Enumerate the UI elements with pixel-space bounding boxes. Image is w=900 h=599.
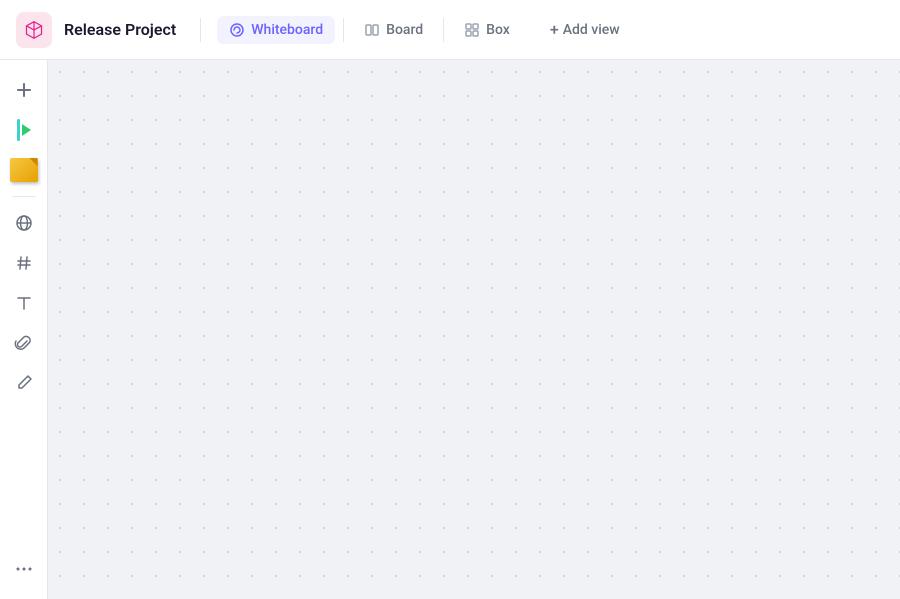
nav-divider-1	[200, 18, 201, 42]
tool-text[interactable]	[6, 285, 42, 321]
box-tab-label: Box	[486, 22, 510, 38]
tab-box[interactable]: Box	[452, 16, 522, 44]
tab-board[interactable]: Board	[352, 16, 435, 44]
canvas-area[interactable]	[48, 60, 900, 599]
box-icon	[464, 22, 480, 38]
tool-add[interactable]	[6, 72, 42, 108]
tool-globe[interactable]	[6, 205, 42, 241]
whiteboard-tab-label: Whiteboard	[251, 22, 323, 38]
nav-tabs: Whiteboard Board	[217, 16, 522, 44]
tool-more[interactable]	[6, 551, 42, 587]
tab-whiteboard[interactable]: Whiteboard	[217, 16, 335, 44]
sidebar-separator-1	[12, 196, 36, 197]
whiteboard-icon	[229, 22, 245, 38]
nav-divider-2	[343, 18, 344, 42]
add-view-button[interactable]: + Add view	[538, 14, 632, 45]
project-title: Release Project	[64, 20, 176, 39]
tool-draw[interactable]	[6, 365, 42, 401]
tool-terminal[interactable]	[6, 112, 42, 148]
header: Release Project Whiteboard Board	[0, 0, 900, 60]
nav-divider-3	[443, 18, 444, 42]
board-icon	[364, 22, 380, 38]
tool-attach[interactable]	[6, 325, 42, 361]
main-area	[0, 60, 900, 599]
tool-hashtag[interactable]	[6, 245, 42, 281]
board-tab-label: Board	[386, 22, 423, 38]
add-view-label: Add view	[563, 22, 620, 38]
sidebar	[0, 60, 48, 599]
plus-icon: +	[550, 20, 559, 39]
tool-sticky-note[interactable]	[6, 152, 42, 188]
project-icon	[16, 12, 52, 48]
